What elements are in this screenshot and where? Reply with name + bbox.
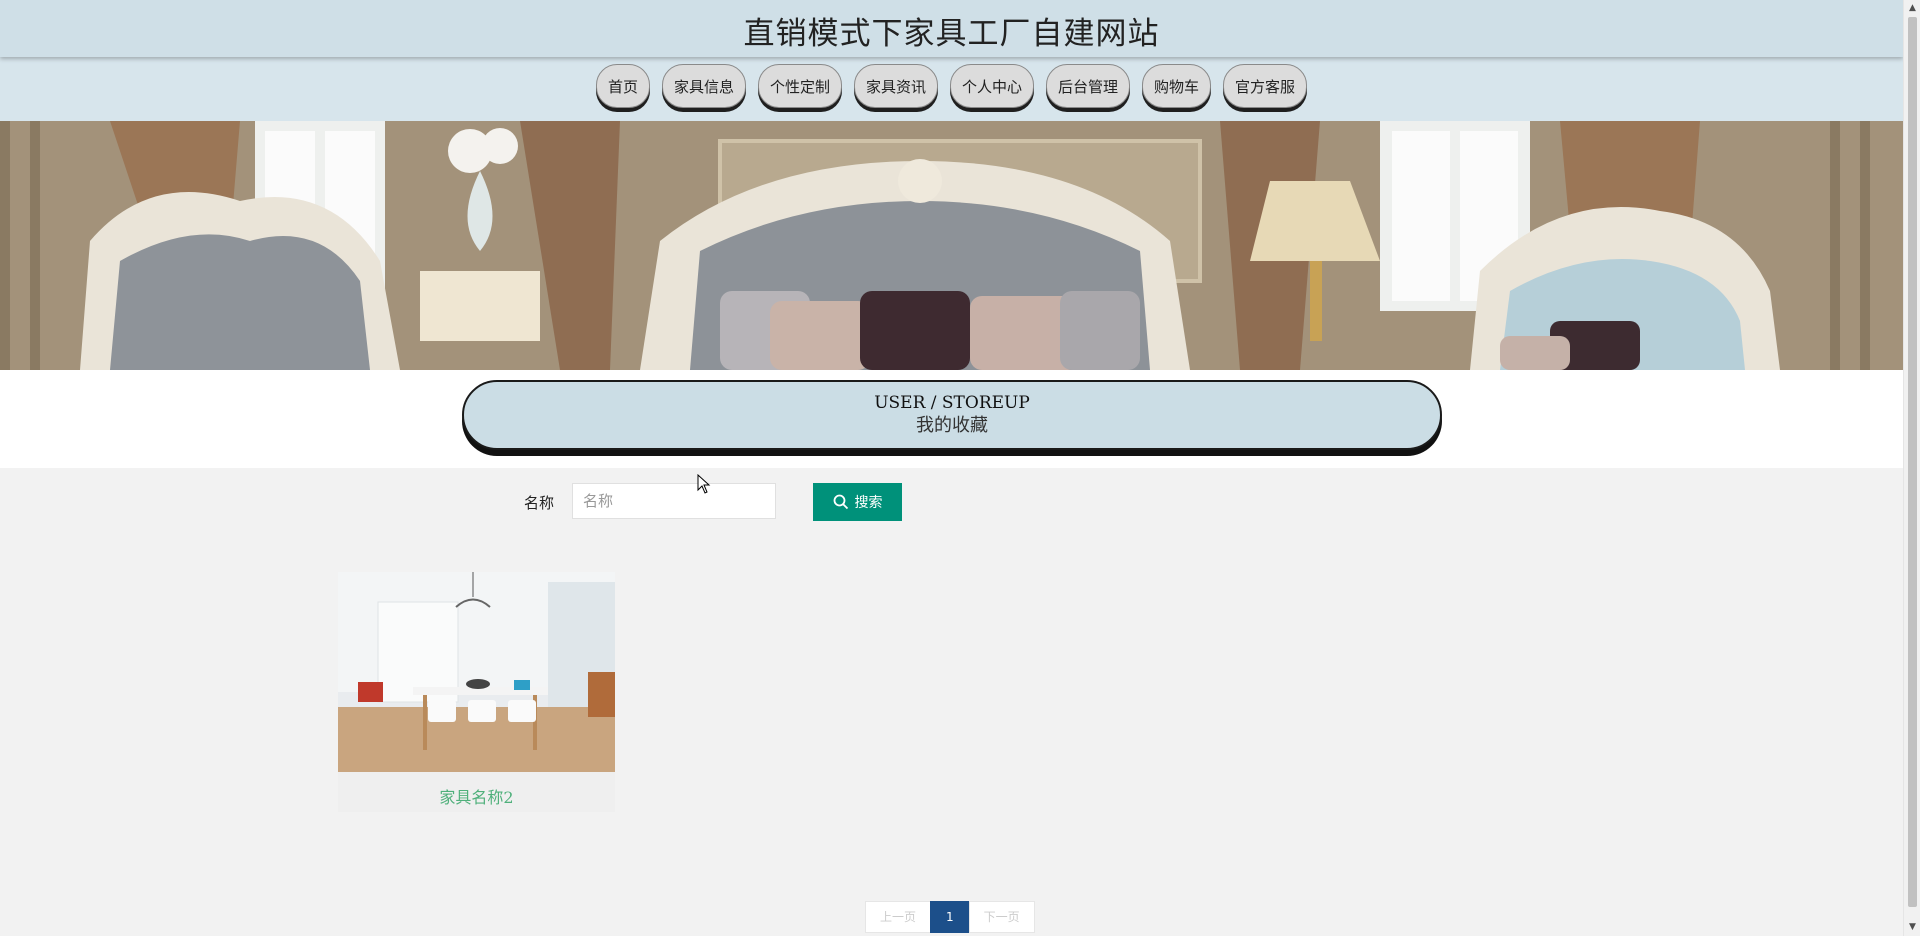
search-button[interactable]: 搜索 bbox=[813, 483, 902, 521]
nav-furniture-info[interactable]: 家具信息 bbox=[661, 64, 746, 108]
nav-news[interactable]: 家具资讯 bbox=[853, 64, 938, 108]
section-title-box: USER / STOREUP 我的收藏 bbox=[462, 380, 1442, 450]
search-icon bbox=[833, 494, 848, 510]
banner-illustration bbox=[0, 121, 1903, 370]
mouse-cursor-icon bbox=[697, 474, 711, 494]
nav-custom[interactable]: 个性定制 bbox=[757, 64, 842, 108]
scroll-down-arrow-icon[interactable]: ▼ bbox=[1904, 919, 1920, 936]
nav-personal-center[interactable]: 个人中心 bbox=[950, 64, 1035, 108]
page: 直销模式下家具工厂自建网站 首页 家具信息 个性定制 家具资讯 个人中心 后台管… bbox=[0, 0, 1903, 936]
section-title-en: USER / STOREUP bbox=[874, 393, 1030, 413]
section-title-zh: 我的收藏 bbox=[916, 415, 988, 436]
favorite-item-name[interactable]: 家具名称2 bbox=[338, 784, 615, 808]
prev-page-button[interactable]: 上一页 bbox=[865, 901, 932, 933]
nav-home[interactable]: 首页 bbox=[595, 64, 650, 108]
favorite-item-card[interactable]: 家具名称2 bbox=[338, 572, 615, 812]
nav-cart[interactable]: 购物车 bbox=[1142, 64, 1212, 108]
favorite-item-image[interactable] bbox=[338, 572, 615, 772]
nav-admin[interactable]: 后台管理 bbox=[1046, 64, 1131, 108]
scroll-thumb[interactable] bbox=[1908, 17, 1917, 907]
main-nav: 首页 家具信息 个性定制 家具资讯 个人中心 后台管理 购物车 官方客服 bbox=[0, 57, 1903, 121]
search-label: 名称 bbox=[524, 494, 555, 512]
next-page-button[interactable]: 下一页 bbox=[968, 901, 1035, 933]
page-number-current[interactable]: 1 bbox=[930, 901, 970, 933]
nav-customer-service[interactable]: 官方客服 bbox=[1223, 64, 1308, 108]
site-header: 直销模式下家具工厂自建网站 bbox=[0, 0, 1903, 57]
section-title-area: USER / STOREUP 我的收藏 bbox=[0, 370, 1903, 468]
vertical-scrollbar[interactable]: ▲ ▼ bbox=[1903, 0, 1920, 936]
search-input[interactable] bbox=[572, 483, 776, 519]
search-bar: 名称 搜索 bbox=[0, 480, 1903, 524]
pagination: 上一页 1 下一页 bbox=[865, 901, 1035, 933]
hero-banner bbox=[0, 121, 1903, 370]
site-title: 直销模式下家具工厂自建网站 bbox=[743, 16, 1160, 52]
search-button-label: 搜索 bbox=[854, 494, 883, 510]
scroll-up-arrow-icon[interactable]: ▲ bbox=[1904, 0, 1920, 17]
